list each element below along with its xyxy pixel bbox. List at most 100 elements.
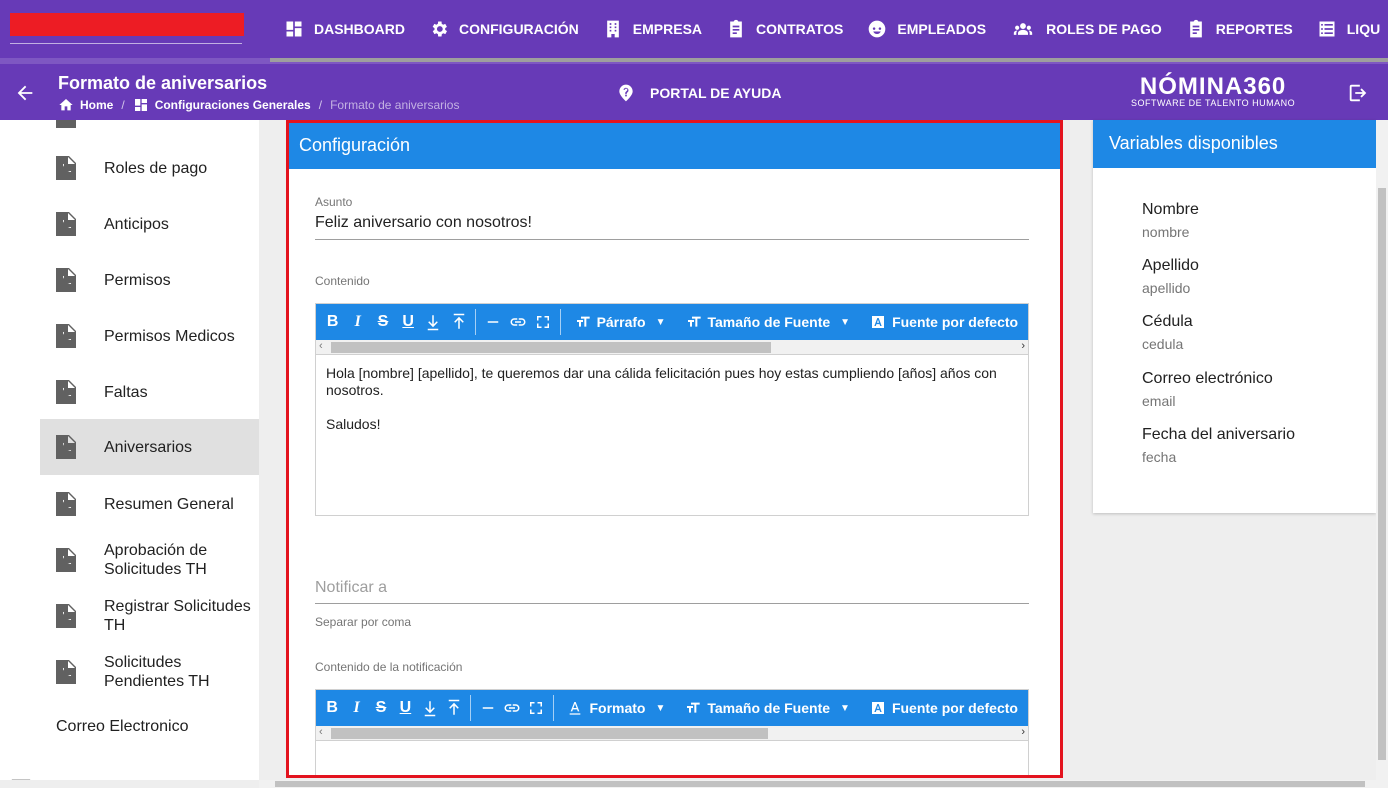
page-horizontal-scrollbar[interactable] xyxy=(259,780,1388,788)
text-size-icon xyxy=(576,316,590,327)
nav-scroll-thumb[interactable] xyxy=(270,58,1388,62)
breadcrumb: Home / Configuraciones Generales / Forma… xyxy=(58,97,459,113)
subject-input[interactable]: Feliz aniversario con nosotros! xyxy=(315,214,532,232)
scroll-right-icon[interactable]: › xyxy=(1021,340,1025,352)
font-size-dropdown[interactable]: Tamaño de Fuente ▼ xyxy=(675,690,860,726)
sidebar-item-roles-de-pago[interactable]: Roles de pago xyxy=(40,140,259,196)
breadcrumb-separator: / xyxy=(318,98,323,112)
notify-input[interactable]: Notificar a xyxy=(315,579,387,597)
sidebar-item-resumen-general[interactable]: Resumen General xyxy=(40,476,259,532)
nav-empleados[interactable]: EMPLEADOS xyxy=(855,0,998,58)
link-button[interactable] xyxy=(500,690,524,726)
toolbar-separator xyxy=(552,695,554,721)
nav-dashboard[interactable]: DASHBOARD xyxy=(272,0,417,58)
variable-name: Cédula xyxy=(1142,313,1193,330)
editor-content-area[interactable] xyxy=(316,741,1028,775)
bold-button[interactable]: B xyxy=(320,690,344,726)
text-size-icon xyxy=(687,702,701,713)
sidebar-item-aniversarios[interactable]: Aniversarios xyxy=(40,419,259,475)
nav-label: EMPRESA xyxy=(632,21,703,37)
font-family-dropdown[interactable]: Fuente por defecto xyxy=(860,304,1028,340)
nav-empresa[interactable]: EMPRESA xyxy=(591,0,714,58)
variable-item[interactable]: Fecha del aniversario fecha xyxy=(1142,426,1295,465)
variables-card: Variables disponibles Nombre nombre Apel… xyxy=(1093,120,1376,513)
sidebar-section-correo[interactable]: Correo Electronico xyxy=(56,718,189,736)
sidebar-item-anticipos[interactable]: Anticipos xyxy=(40,196,259,252)
horizontal-rule-button[interactable] xyxy=(475,690,499,726)
italic-button[interactable]: I xyxy=(344,690,368,726)
breadcrumb-home[interactable]: Home xyxy=(58,97,113,113)
variable-item[interactable]: Nombre nombre xyxy=(1142,201,1199,240)
page-vertical-scrollbar[interactable] xyxy=(1376,120,1388,780)
format-label: Formato xyxy=(589,700,646,716)
nav-configuracion[interactable]: CONFIGURACIÓN xyxy=(417,0,591,58)
horizontal-rule-button[interactable] xyxy=(480,304,505,340)
scroll-thumb[interactable] xyxy=(1378,188,1386,760)
config-card: Configuración Asunto Feliz aniversario c… xyxy=(286,120,1063,778)
variable-item[interactable]: Apellido apellido xyxy=(1142,257,1199,296)
fullscreen-button[interactable] xyxy=(530,304,555,340)
help-portal-link[interactable]: PORTAL DE AYUDA xyxy=(616,83,781,103)
pdf-icon xyxy=(56,660,76,684)
logout-icon[interactable] xyxy=(1347,82,1369,104)
pdf-icon xyxy=(56,492,76,516)
superscript-button[interactable] xyxy=(446,304,471,340)
scroll-thumb[interactable] xyxy=(331,728,768,739)
sidebar-item-label: Anticipos xyxy=(104,215,169,233)
sidebar-item-permisos[interactable]: Permisos xyxy=(40,252,259,308)
subject-underline xyxy=(315,239,1029,240)
caret-down-icon: ▼ xyxy=(655,316,666,328)
font-size-dropdown[interactable]: Tamaño de Fuente ▼ xyxy=(676,304,861,340)
sidebar-item-label: Roles de pago xyxy=(104,159,208,177)
fullscreen-button[interactable] xyxy=(524,690,548,726)
face-icon xyxy=(869,20,886,38)
strikethrough-button[interactable]: S xyxy=(370,304,395,340)
bold-button[interactable]: B xyxy=(320,304,345,340)
nav-roles-de-pago[interactable]: ROLES DE PAGO xyxy=(998,0,1174,58)
arrow-up-icon xyxy=(453,313,464,329)
variable-name: Correo electrónico xyxy=(1142,370,1273,387)
sidebar-item-registrar-solicitudes[interactable]: Registrar Solicitudes TH xyxy=(40,588,259,644)
scroll-thumb[interactable] xyxy=(331,342,771,353)
nav-reportes[interactable]: REPORTES xyxy=(1174,0,1305,58)
strikethrough-button[interactable]: S xyxy=(369,690,393,726)
underline-button[interactable]: U xyxy=(393,690,417,726)
sidebar-item-aprobacion-solicitudes[interactable]: Aprobación de Solicitudes TH xyxy=(40,532,259,588)
pdf-icon xyxy=(56,120,76,128)
scroll-right-icon[interactable]: › xyxy=(1021,726,1025,738)
editor-content-area[interactable]: Hola [nombre] [apellido], te queremos da… xyxy=(316,355,1028,443)
italic-button[interactable]: I xyxy=(345,304,370,340)
sidebar-item-label: Aprobación de Solicitudes TH xyxy=(104,542,208,578)
superscript-button[interactable] xyxy=(442,690,466,726)
brand-tagline: SOFTWARE DE TALENTO HUMANO xyxy=(1131,98,1296,108)
editor-toolbar-scrollbar[interactable]: ‹ › xyxy=(316,726,1028,741)
pdf-icon xyxy=(56,268,76,292)
link-button[interactable] xyxy=(505,304,530,340)
sidebar-item-permisos-medicos[interactable]: Permisos Medicos xyxy=(40,308,259,364)
font-family-dropdown[interactable]: Fuente por defecto xyxy=(860,690,1028,726)
scroll-left-icon[interactable]: ‹ xyxy=(319,726,323,738)
editor-toolbar-scrollbar[interactable]: ‹ › xyxy=(316,340,1028,355)
variables-card-title: Variables disponibles xyxy=(1093,120,1376,168)
scroll-left-icon[interactable]: ‹ xyxy=(319,340,323,352)
font-family-label: Fuente por defecto xyxy=(891,700,1018,716)
underline-button[interactable]: U xyxy=(396,304,421,340)
breadcrumb-section[interactable]: Configuraciones Generales xyxy=(133,97,311,113)
nav-liquidaciones[interactable]: LIQU xyxy=(1305,0,1388,58)
scroll-thumb[interactable] xyxy=(275,781,1365,787)
content-label: Contenido xyxy=(315,274,370,288)
subscript-button[interactable] xyxy=(418,690,442,726)
company-logo[interactable] xyxy=(10,13,244,36)
format-dropdown[interactable]: Formato ▼ xyxy=(557,690,675,726)
sidebar-item-solicitudes-pendientes[interactable]: Solicitudes Pendientes TH xyxy=(40,644,259,700)
font-icon xyxy=(872,316,885,328)
subscript-button[interactable] xyxy=(421,304,446,340)
variable-item[interactable]: Cédula cedula xyxy=(1142,313,1193,352)
page-header: Formato de aniversarios Home / Configura… xyxy=(0,64,1388,120)
toolbar-separator xyxy=(475,309,477,335)
variable-item[interactable]: Correo electrónico email xyxy=(1142,370,1273,409)
nav-contratos[interactable]: CONTRATOS xyxy=(714,0,855,58)
back-arrow-icon[interactable] xyxy=(14,82,36,104)
sidebar-item-faltas[interactable]: Faltas xyxy=(40,364,259,420)
paragraph-dropdown[interactable]: Párrafo ▼ xyxy=(565,304,676,340)
